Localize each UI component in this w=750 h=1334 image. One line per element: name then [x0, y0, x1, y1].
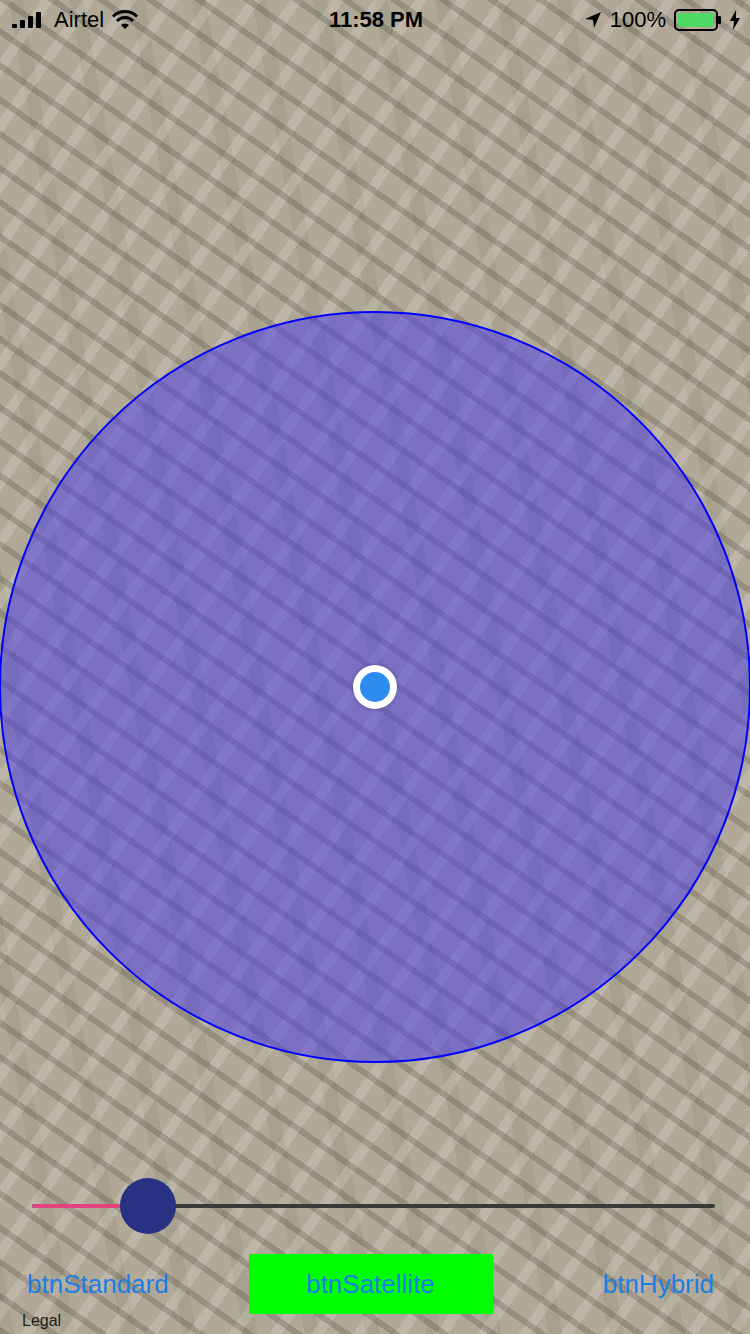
battery-icon	[674, 9, 722, 31]
battery-percent: 100%	[610, 7, 666, 33]
signal-icon	[12, 12, 46, 28]
location-arrow-icon	[584, 11, 602, 29]
radius-slider	[0, 1178, 750, 1234]
status-left: Airtel	[12, 7, 329, 33]
map-type-button[interactable]: btnStandard	[27, 1254, 169, 1314]
time: 11:58 PM	[329, 7, 423, 33]
charging-bolt-icon	[730, 10, 740, 30]
slider-track[interactable]	[32, 1204, 715, 1208]
user-location-dot-inner	[360, 672, 390, 702]
status-right: 100%	[423, 7, 740, 33]
map-screen: Airtel 11:58 PM 100% btnStandard btnSatellit…	[0, 0, 750, 1334]
overlay: Airtel 11:58 PM 100% btnStandard btnSatellit…	[0, 0, 750, 1334]
satellite-map[interactable]	[0, 0, 750, 1334]
map-type-button[interactable]: btnHybrid	[603, 1254, 714, 1314]
wifi-icon	[112, 10, 138, 30]
slider-thumb[interactable]	[120, 1178, 176, 1234]
map-type-button[interactable]: btnSatellite	[249, 1254, 493, 1314]
controls: btnStandard btnSatellite btnHybrid	[0, 1178, 750, 1334]
map-type-buttons: btnStandard btnSatellite btnHybrid	[0, 1254, 750, 1314]
legal-link[interactable]: Legal	[22, 1312, 61, 1330]
carrier: Airtel	[54, 7, 104, 33]
status-bar: Airtel 11:58 PM 100%	[0, 0, 750, 40]
user-location-dot	[353, 665, 397, 709]
